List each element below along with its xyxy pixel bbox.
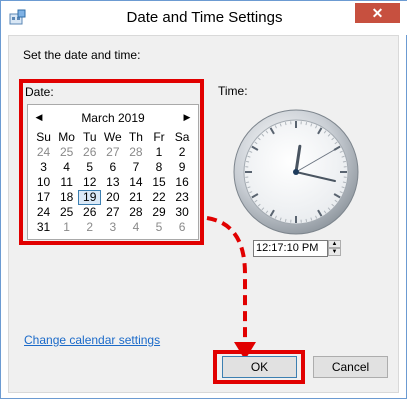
calendar-day[interactable]: 2: [171, 145, 194, 160]
clock-tick: [305, 218, 308, 222]
dialog-body: Set the date and time: Date: Time: ◀ Mar…: [8, 35, 399, 393]
spin-up-icon[interactable]: ▲: [328, 240, 341, 248]
calendar-day[interactable]: 14: [124, 175, 147, 190]
weekday-header: Mo: [58, 130, 75, 144]
time-label: Time:: [218, 84, 248, 98]
calendar-day[interactable]: 17: [32, 190, 55, 205]
calendar-day[interactable]: 6: [171, 220, 194, 235]
calendar-day[interactable]: 4: [124, 220, 147, 235]
calendar-day[interactable]: 5: [78, 160, 101, 175]
clock-tick: [342, 181, 346, 184]
calendar-day[interactable]: 4: [55, 160, 78, 175]
clock-tick: [246, 160, 250, 163]
weekday-header: Tu: [82, 130, 97, 144]
calendar-day[interactable]: 15: [147, 175, 170, 190]
calendar-day[interactable]: 5: [147, 220, 170, 235]
calendar-day-selected[interactable]: 19: [78, 190, 102, 205]
date-time-settings-window: Date and Time Settings ✕ Set the date an…: [0, 0, 408, 399]
change-calendar-settings-link[interactable]: Change calendar settings: [24, 333, 160, 347]
close-icon: ✕: [371, 5, 384, 21]
clock-tick: [284, 218, 287, 222]
time-spinner[interactable]: ▲ ▼: [328, 240, 341, 257]
calendar-day[interactable]: 21: [124, 190, 147, 205]
calendar-day[interactable]: 30: [171, 205, 194, 220]
weekday-header: Fr: [153, 130, 165, 144]
calendar-day[interactable]: 9: [171, 160, 194, 175]
clock-tick: [284, 122, 287, 126]
calendar-day[interactable]: 31: [32, 220, 55, 235]
calendar-day[interactable]: 28: [124, 145, 147, 160]
calendar-day[interactable]: 24: [32, 145, 55, 160]
clock-center: [293, 169, 299, 175]
calendar-day[interactable]: 26: [78, 205, 101, 220]
calendar-day[interactable]: 23: [171, 190, 194, 205]
dialog-heading: Set the date and time:: [23, 48, 141, 62]
spin-down-icon[interactable]: ▼: [328, 248, 341, 256]
calendar-day[interactable]: 10: [32, 175, 55, 190]
calendar-day[interactable]: 3: [32, 160, 55, 175]
calendar-day[interactable]: 13: [101, 175, 124, 190]
calendar-day[interactable]: 1: [55, 220, 78, 235]
calendar-day[interactable]: 20: [101, 190, 124, 205]
calendar-day[interactable]: 28: [124, 205, 147, 220]
date-label: Date:: [25, 85, 54, 99]
calendar-day[interactable]: 1: [147, 145, 170, 160]
calendar-day[interactable]: 8: [147, 160, 170, 175]
calendar-day[interactable]: 2: [78, 220, 101, 235]
calendar-day[interactable]: 29: [147, 205, 170, 220]
calendar-day[interactable]: 3: [101, 220, 124, 235]
calendar-day[interactable]: 6: [101, 160, 124, 175]
calendar-day[interactable]: 18: [55, 190, 78, 205]
weekday-header: Sa: [174, 130, 190, 144]
calendar-day[interactable]: 22: [147, 190, 170, 205]
ok-button[interactable]: OK: [222, 356, 297, 378]
clock-tick: [305, 122, 308, 126]
calendar-day[interactable]: 27: [101, 205, 124, 220]
calendar-day[interactable]: 7: [124, 160, 147, 175]
calendar-day[interactable]: 24: [32, 205, 55, 220]
title-bar: Date and Time Settings ✕: [1, 1, 408, 35]
weekday-header: Th: [128, 130, 143, 144]
close-button[interactable]: ✕: [355, 3, 400, 23]
calendar-day[interactable]: 12: [78, 175, 101, 190]
clock-tick: [246, 181, 250, 184]
next-month-button[interactable]: ▶: [181, 111, 193, 123]
window-title: Date and Time Settings: [126, 9, 283, 26]
calendar-day[interactable]: 26: [78, 145, 101, 160]
calendar-day[interactable]: 25: [55, 145, 78, 160]
calendar-day[interactable]: 27: [101, 145, 124, 160]
calendar-day[interactable]: 16: [171, 175, 194, 190]
calendar-day[interactable]: 25: [55, 205, 78, 220]
cancel-button[interactable]: Cancel: [313, 356, 388, 378]
calendar-month-title[interactable]: March 2019: [28, 111, 198, 125]
calendar-day[interactable]: 11: [55, 175, 78, 190]
calendar-grid: Su Mo Tu We Th Fr Sa 24 25 26 27 28 1 2 3 4 5 6 7 8 9 10 11 12 1…: [32, 130, 194, 235]
calendar: ◀ March 2019 ▶ Su Mo Tu We Th Fr Sa 24 25 26 27 28 1…: [27, 104, 199, 240]
clock-tick: [342, 160, 346, 163]
weekday-header: Su: [36, 130, 51, 144]
weekday-header: We: [103, 130, 122, 144]
